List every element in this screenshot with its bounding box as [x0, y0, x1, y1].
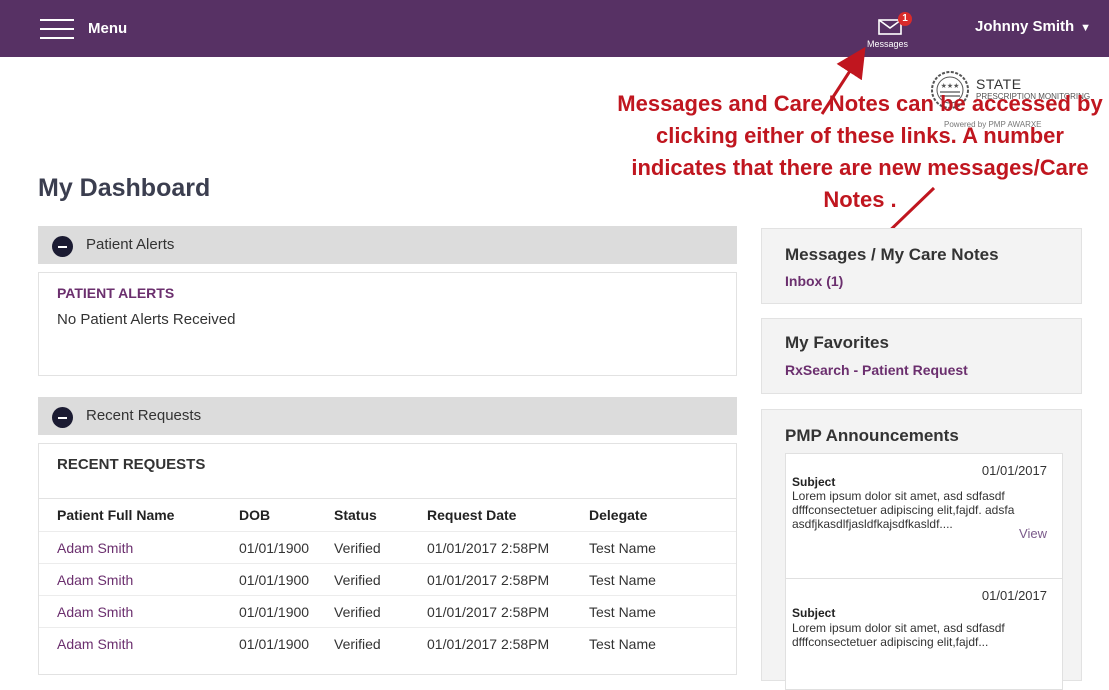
patient-name-link[interactable]: Adam Smith — [39, 563, 239, 596]
table-row: Adam Smith 01/01/1900 Verified 01/01/201… — [39, 531, 736, 564]
collapse-icon[interactable] — [52, 236, 73, 257]
column-header: Delegate — [589, 498, 736, 532]
patient-alerts-empty-text: No Patient Alerts Received — [57, 311, 236, 328]
collapse-icon[interactable] — [52, 407, 73, 428]
status-cell: Verified — [334, 595, 427, 628]
patient-name-link[interactable]: Adam Smith — [39, 531, 239, 564]
delegate-cell: Test Name — [589, 595, 736, 628]
recent-requests-panel: RECENT REQUESTS Patient Full Name DOB St… — [38, 443, 737, 675]
recent-requests-table: Patient Full Name DOB Status Request Dat… — [39, 498, 736, 659]
dob-cell: 01/01/1900 — [239, 627, 334, 659]
patient-name-link[interactable]: Adam Smith — [39, 595, 239, 628]
request-date-cell: 01/01/2017 2:58PM — [427, 563, 589, 596]
favorites-panel: My Favorites RxSearch - Patient Request — [761, 318, 1082, 394]
menu-label: Menu — [88, 20, 128, 37]
rxsearch-favorite-link[interactable]: RxSearch - Patient Request — [785, 362, 968, 378]
page-title: My Dashboard — [38, 174, 211, 202]
announcement-body: Lorem ipsum dolor sit amet, asd sdfasdf … — [792, 621, 1005, 649]
delegate-cell: Test Name — [589, 531, 736, 564]
column-header: Request Date — [427, 498, 589, 532]
menu-button[interactable]: Menu — [40, 14, 160, 44]
hamburger-icon — [40, 19, 74, 39]
request-date-cell: 01/01/2017 2:58PM — [427, 595, 589, 628]
column-header: DOB — [239, 498, 334, 532]
caret-down-icon: ▼ — [1080, 22, 1092, 34]
status-cell: Verified — [334, 531, 427, 564]
announcements-panel: PMP Announcements 01/01/2017 Subject Lor… — [761, 409, 1082, 690]
announcement-subject: Subject — [792, 606, 836, 620]
announcement-subject: Subject — [792, 475, 836, 489]
messages-label: Messages — [867, 39, 909, 49]
recent-requests-header[interactable]: Recent Requests — [38, 397, 737, 435]
messages-care-notes-panel: Messages / My Care Notes Inbox (1) — [761, 228, 1082, 304]
column-header: Status — [334, 498, 427, 532]
table-header-row: Patient Full Name DOB Status Request Dat… — [39, 498, 736, 532]
status-cell: Verified — [334, 563, 427, 596]
delegate-cell: Test Name — [589, 563, 736, 596]
recent-requests-title: RECENT REQUESTS — [57, 456, 206, 473]
annotation-callout: Messages and Care Notes can be accessed … — [617, 91, 1103, 212]
patient-alerts-header-label: Patient Alerts — [86, 236, 175, 253]
announcement-date: 01/01/2017 — [981, 463, 1047, 478]
patient-alerts-header[interactable]: Patient Alerts — [38, 226, 737, 264]
recent-requests-header-label: Recent Requests — [86, 407, 202, 424]
announcement-card: 01/01/2017 Subject Lorem ipsum dolor sit… — [785, 453, 1063, 581]
table-row: Adam Smith 01/01/1900 Verified 01/01/201… — [39, 563, 736, 596]
dob-cell: 01/01/1900 — [239, 563, 334, 596]
messages-panel-title: Messages / My Care Notes — [785, 245, 999, 264]
request-date-cell: 01/01/2017 2:58PM — [427, 531, 589, 564]
table-row: Adam Smith 01/01/1900 Verified 01/01/201… — [39, 627, 736, 659]
announcement-date: 01/01/2017 — [981, 588, 1047, 603]
user-name: Johnny Smith — [975, 18, 1075, 35]
patient-alerts-panel: PATIENT ALERTS No Patient Alerts Receive… — [38, 272, 737, 376]
announcements-title: PMP Announcements — [785, 426, 959, 445]
announcement-card: 01/01/2017 Subject Lorem ipsum dolor sit… — [785, 578, 1063, 690]
delegate-cell: Test Name — [589, 627, 736, 659]
user-menu[interactable]: Johnny Smith ▼ — [975, 18, 1091, 35]
favorites-title: My Favorites — [785, 333, 889, 352]
messages-link[interactable]: 1 Messages — [864, 10, 924, 54]
patient-alerts-title: PATIENT ALERTS — [57, 285, 175, 301]
messages-badge: 1 — [898, 12, 912, 26]
status-cell: Verified — [334, 627, 427, 659]
announcement-body: Lorem ipsum dolor sit amet, asd sdfasdf … — [792, 489, 1015, 531]
announcement-view-link[interactable]: View — [1019, 526, 1047, 541]
patient-name-link[interactable]: Adam Smith — [39, 627, 239, 659]
dob-cell: 01/01/1900 — [239, 595, 334, 628]
table-row: Adam Smith 01/01/1900 Verified 01/01/201… — [39, 595, 736, 628]
inbox-link[interactable]: Inbox (1) — [785, 273, 843, 289]
column-header: Patient Full Name — [39, 498, 239, 532]
top-nav-bar: Menu 1 Messages Johnny Smith ▼ — [0, 0, 1109, 57]
request-date-cell: 01/01/2017 2:58PM — [427, 627, 589, 659]
dob-cell: 01/01/1900 — [239, 531, 334, 564]
